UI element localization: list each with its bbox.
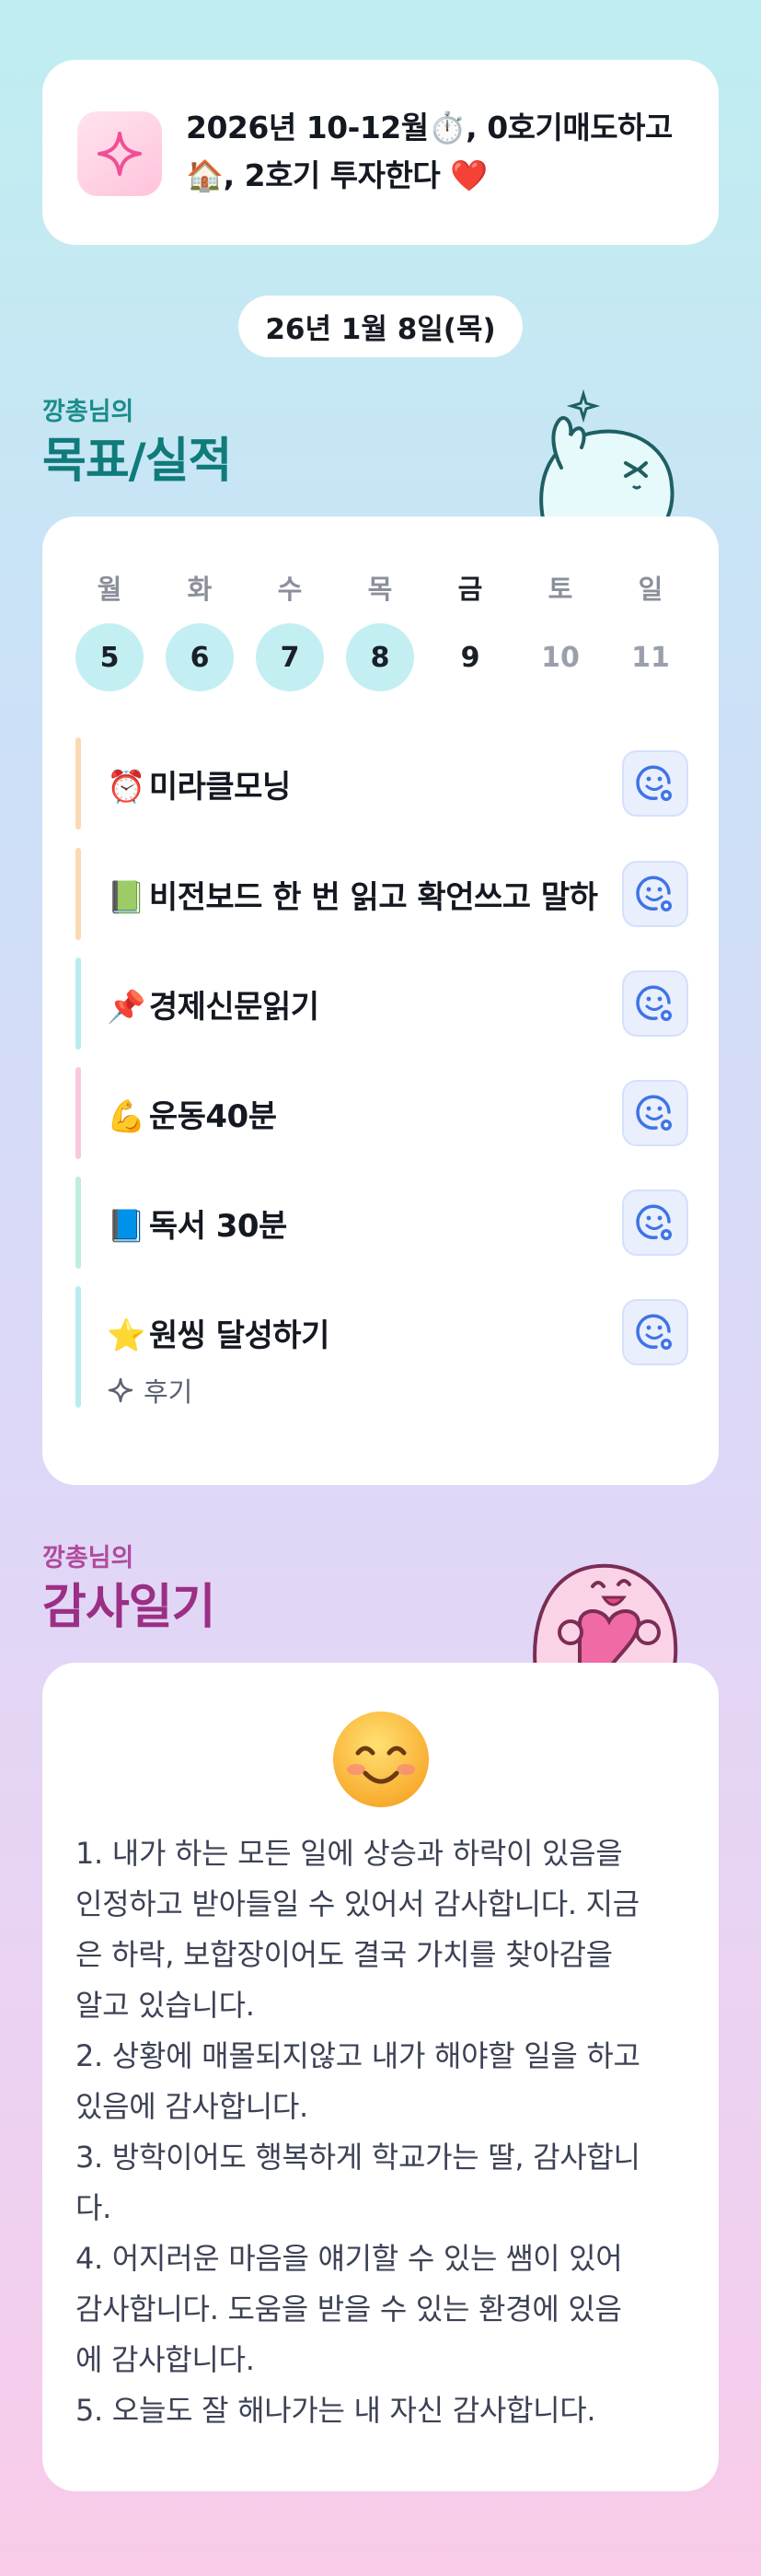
thanks-line: 2. 상황에 매몰되지않고 내가 해야할 일을 하고 bbox=[75, 2038, 640, 2073]
goal-item: 📌 경제신문읽기 bbox=[75, 957, 688, 1050]
sparkle-outline-icon bbox=[108, 1377, 133, 1403]
smile-add-icon bbox=[636, 1095, 672, 1131]
thanks-text: 1. 내가 하는 모든 일에 상승과 하락이 있음을인정하고 받아들일 수 있어… bbox=[75, 1828, 692, 2436]
review-label: 후기 bbox=[144, 1376, 193, 1408]
goal-check-button[interactable] bbox=[622, 1080, 688, 1146]
mascot-illustration bbox=[539, 389, 675, 518]
goal-item: 📗 비전보드 한 번 읽고 확언쓰고 말하 bbox=[75, 848, 688, 940]
smile-add-icon bbox=[636, 765, 672, 801]
sparkle-icon bbox=[77, 111, 162, 196]
goal-label: ⭐ 원씽 달성하기 bbox=[107, 1310, 329, 1355]
day-5[interactable]: 5 bbox=[75, 623, 144, 691]
goal-label: 📗 비전보드 한 번 읽고 확언쓰고 말하 bbox=[107, 872, 598, 917]
thanks-line: 감사합니다. 도움을 받을 수 있는 환경에 있음 bbox=[75, 2292, 622, 2327]
thanks-line: 4. 어지러운 마음을 얘기할 수 있는 쌤이 있어 bbox=[75, 2241, 623, 2276]
goal-color-bar bbox=[75, 957, 81, 1050]
goals-card: 월 5 화 6 수 7 목 8 금 9 토 10 일 11 ⏰ 미라클모닝 📗 비전보드 한 번 읽고 확언쓰고… bbox=[42, 516, 719, 1485]
review-link[interactable]: 후기 bbox=[107, 1371, 192, 1410]
day-8[interactable]: 8 bbox=[346, 623, 414, 691]
goals-section-title: 목표/실적 bbox=[42, 434, 232, 489]
weekday-label: 수 bbox=[277, 574, 303, 605]
goal-item: ⭐ 원씽 달성하기 bbox=[75, 1286, 688, 1408]
day-9[interactable]: 9 bbox=[436, 623, 504, 691]
thanks-line: 3. 방학이어도 행복하게 학교가는 딸, 감사합니 bbox=[75, 2140, 640, 2175]
motto-line-1: 2026년 10-12월⏱️, 0호기매도하고 bbox=[186, 110, 673, 145]
mascot-heart-illustration bbox=[533, 1563, 678, 1671]
goal-color-bar bbox=[75, 1067, 81, 1159]
thanks-line: 있음에 감사합니다. bbox=[75, 2089, 308, 2124]
goal-item: 📘 독서 30분 bbox=[75, 1177, 688, 1269]
goal-label: 📘 독서 30분 bbox=[107, 1201, 287, 1246]
day-6[interactable]: 6 bbox=[166, 623, 234, 691]
goal-check-button[interactable] bbox=[622, 861, 688, 927]
goal-check-button[interactable] bbox=[622, 750, 688, 817]
smile-add-icon bbox=[636, 985, 672, 1021]
goal-emoji: 📗 bbox=[107, 879, 145, 916]
motto-line-2: 🏠, 2호기 투자한다 ❤️ bbox=[186, 157, 488, 193]
weekday-label: 금 bbox=[457, 574, 483, 605]
weekday-label: 화 bbox=[187, 574, 213, 605]
goal-text: 원씽 달성하기 bbox=[148, 1317, 330, 1354]
goal-text: 비전보드 한 번 읽고 확언쓰고 말하 bbox=[148, 879, 598, 916]
date-selector[interactable]: 26년 1월 8일(목) bbox=[238, 296, 523, 357]
smile-add-icon bbox=[636, 876, 672, 911]
weekday-label: 일 bbox=[638, 574, 663, 605]
smiling-face-icon bbox=[333, 1712, 429, 1807]
goal-item: ⏰ 미라클모닝 bbox=[75, 737, 688, 830]
goal-text: 운동40분 bbox=[148, 1098, 277, 1135]
thanks-line: 알고 있습니다. bbox=[75, 1988, 255, 2023]
thanks-section-title: 감사일기 bbox=[42, 1580, 215, 1635]
goal-color-bar bbox=[75, 1286, 81, 1408]
goal-text: 독서 30분 bbox=[148, 1208, 288, 1245]
goal-check-button[interactable] bbox=[622, 970, 688, 1037]
thanks-line: 5. 오늘도 잘 해나가는 내 자신 감사합니다. bbox=[75, 2393, 596, 2428]
goal-emoji: ⏰ bbox=[107, 769, 145, 806]
weekday-label: 토 bbox=[548, 574, 573, 605]
weekday-label: 목 bbox=[367, 574, 393, 605]
thanks-line: 에 감사합니다. bbox=[75, 2342, 255, 2377]
goal-check-button[interactable] bbox=[622, 1189, 688, 1256]
goal-label: ⏰ 미라클모닝 bbox=[107, 761, 291, 806]
goal-color-bar bbox=[75, 848, 81, 940]
day-7[interactable]: 7 bbox=[256, 623, 324, 691]
goal-text: 미라클모닝 bbox=[148, 769, 291, 806]
goal-item: 💪 운동40분 bbox=[75, 1067, 688, 1159]
weekday-label: 월 bbox=[97, 574, 122, 605]
goal-label: 💪 운동40분 bbox=[107, 1091, 277, 1136]
smile-add-icon bbox=[636, 1204, 672, 1240]
goal-label: 📌 경제신문읽기 bbox=[107, 981, 319, 1027]
goal-text: 경제신문읽기 bbox=[148, 989, 319, 1026]
thanks-line: 인정하고 받아들일 수 있어서 감사합니다. 지금 bbox=[75, 1886, 640, 1921]
smile-add-icon bbox=[636, 1314, 672, 1350]
motto-text: 2026년 10-12월⏱️, 0호기매도하고 🏠, 2호기 투자한다 ❤️ bbox=[186, 104, 701, 200]
goal-emoji: 📘 bbox=[107, 1208, 145, 1245]
goal-emoji: 💪 bbox=[107, 1098, 145, 1135]
goal-check-button[interactable] bbox=[622, 1299, 688, 1365]
day-11[interactable]: 11 bbox=[617, 623, 685, 691]
goal-color-bar bbox=[75, 737, 81, 830]
thanks-line: 은 하락, 보합장이어도 결국 가치를 찾아감을 bbox=[75, 1937, 613, 1972]
thanks-line: 다. bbox=[75, 2190, 112, 2225]
thanks-line: 1. 내가 하는 모든 일에 상승과 하락이 있음을 bbox=[75, 1836, 623, 1871]
thanks-card: 1. 내가 하는 모든 일에 상승과 하락이 있음을인정하고 받아들일 수 있어… bbox=[42, 1663, 719, 2491]
goal-color-bar bbox=[75, 1177, 81, 1269]
goal-emoji: ⭐ bbox=[107, 1317, 145, 1354]
motto-card: 2026년 10-12월⏱️, 0호기매도하고 🏠, 2호기 투자한다 ❤️ bbox=[42, 60, 719, 245]
goal-emoji: 📌 bbox=[107, 989, 145, 1026]
day-10[interactable]: 10 bbox=[526, 623, 594, 691]
